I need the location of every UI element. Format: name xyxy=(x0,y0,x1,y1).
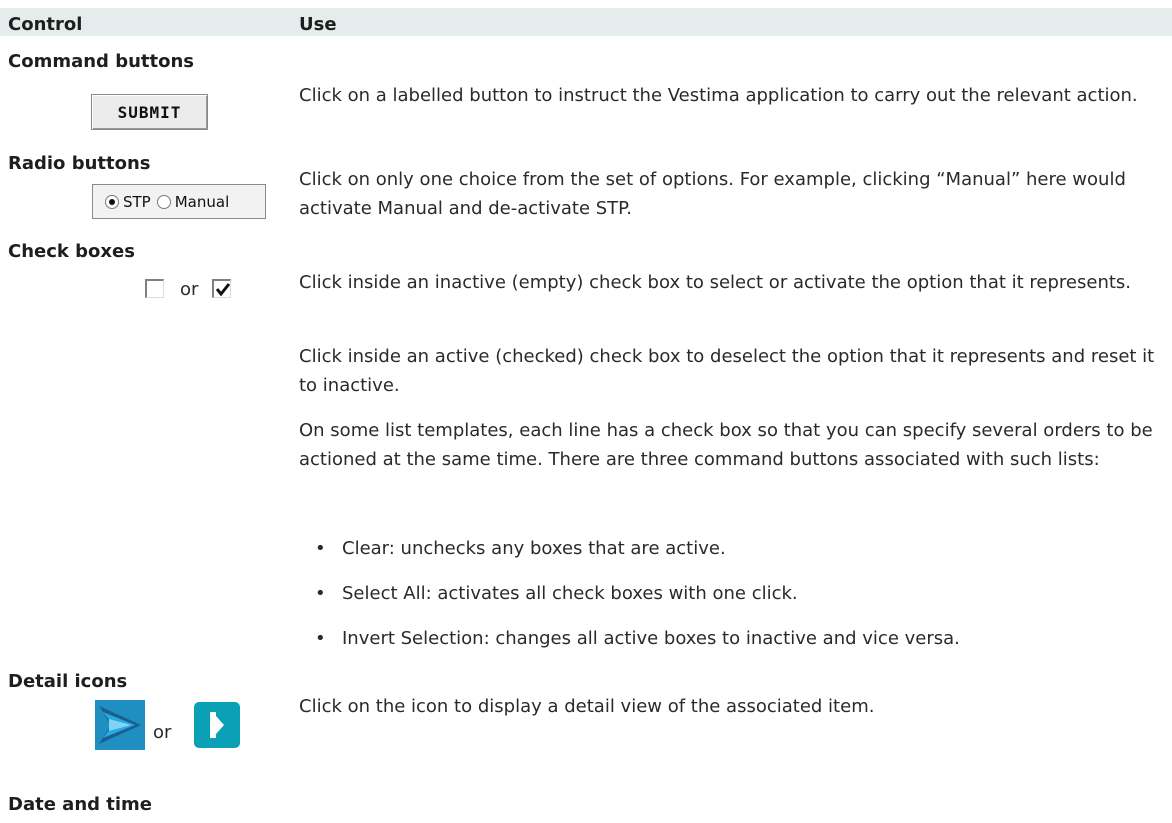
radio-stp-label: STP xyxy=(123,192,151,211)
bullet-text: Select All: activates all check boxes wi… xyxy=(342,583,798,604)
list-item: • Invert Selection: changes all active b… xyxy=(315,628,960,650)
bullet-icon: • xyxy=(315,538,326,559)
section-title-detail-icons: Detail icons xyxy=(8,671,128,692)
detail-icons-description: Click on the icon to display a detail vi… xyxy=(299,696,875,717)
detail-arrow-icon[interactable] xyxy=(95,700,145,750)
table-header-bar xyxy=(0,8,1172,36)
column-header-use: Use xyxy=(299,14,337,35)
bullet-text: Invert Selection: changes all active box… xyxy=(342,628,960,649)
bullet-icon: • xyxy=(315,628,326,649)
radio-stp[interactable] xyxy=(105,194,119,209)
check-boxes-description-3: On some list templates, each line has a … xyxy=(299,420,1153,470)
submit-button-example[interactable]: SUBMIT xyxy=(91,94,208,130)
checkbox-checked-example[interactable] xyxy=(212,279,231,298)
check-boxes-description-2: Click inside an active (checked) check b… xyxy=(299,346,1155,396)
detail-play-icon[interactable] xyxy=(192,700,242,750)
list-item: • Clear: unchecks any boxes that are act… xyxy=(315,538,726,560)
radio-group-example: STP Manual xyxy=(92,184,266,219)
checkbox-or-text: or xyxy=(180,279,199,300)
list-item: • Select All: activates all check boxes … xyxy=(315,583,798,605)
column-header-control: Control xyxy=(8,14,83,35)
radio-manual-label: Manual xyxy=(174,192,230,211)
command-buttons-description: Click on a labelled button to instruct t… xyxy=(299,85,1138,106)
section-title-date-time: Date and time xyxy=(8,794,153,815)
section-title-command-buttons: Command buttons xyxy=(8,51,195,72)
checkbox-empty-example[interactable] xyxy=(145,279,164,298)
radio-manual[interactable] xyxy=(156,194,171,209)
bullet-text: Clear: unchecks any boxes that are activ… xyxy=(342,538,726,559)
checkmark-icon xyxy=(215,283,231,297)
radio-buttons-description: Click on only one choice from the set of… xyxy=(299,169,1126,219)
detail-or-text: or xyxy=(153,722,172,743)
section-title-radio-buttons: Radio buttons xyxy=(8,153,151,174)
section-title-check-boxes: Check boxes xyxy=(8,241,135,262)
check-boxes-description-1: Click inside an inactive (empty) check b… xyxy=(299,272,1132,293)
bullet-icon: • xyxy=(315,583,326,604)
